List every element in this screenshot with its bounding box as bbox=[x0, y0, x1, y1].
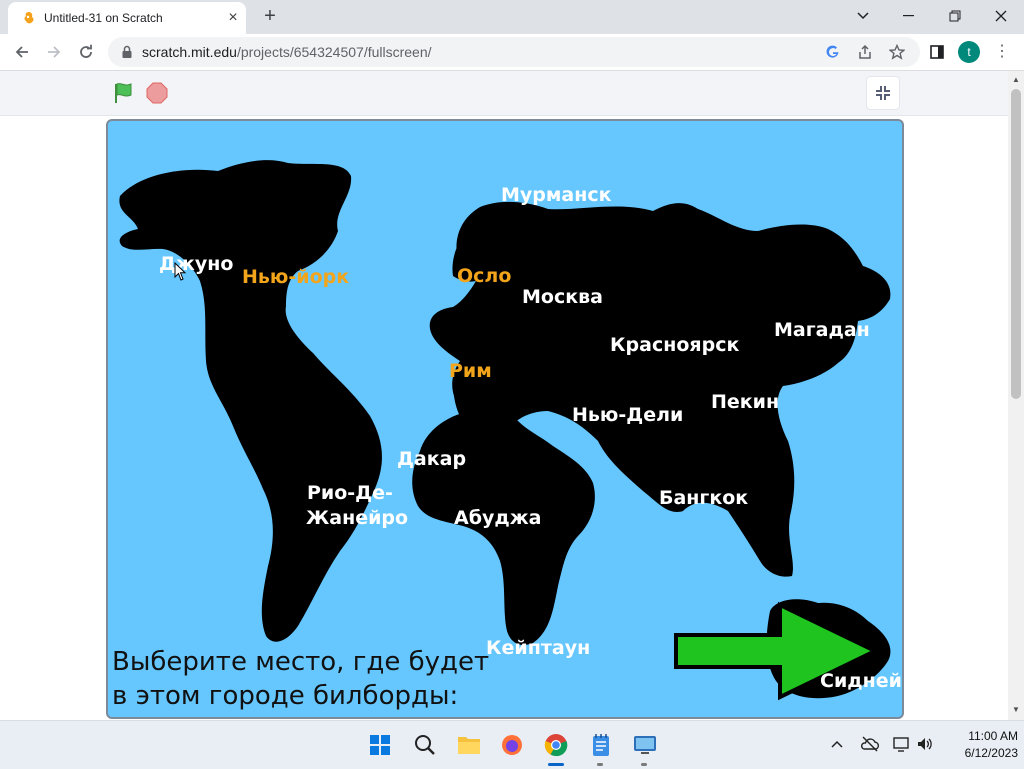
bookmark-star-icon[interactable] bbox=[888, 43, 906, 61]
scratch-stage[interactable]: Мурманск Джуно Нью-йорк Осло Москва Мага… bbox=[106, 119, 904, 719]
scroll-up-arrow-icon[interactable]: ▲ bbox=[1012, 75, 1020, 84]
prompt-line-1: Выберите место, где будет bbox=[112, 647, 490, 677]
lock-icon[interactable] bbox=[120, 45, 134, 59]
scroll-down-arrow-icon[interactable]: ▼ bbox=[1012, 705, 1020, 714]
menu-kebab-icon[interactable]: ⋮ bbox=[994, 40, 1010, 64]
city-label[interactable]: Нью-Дели bbox=[572, 403, 683, 427]
remote-desktop-icon[interactable] bbox=[631, 731, 659, 759]
city-label[interactable]: Мурманск bbox=[501, 183, 612, 207]
tab-active[interactable]: Untitled-31 on Scratch × bbox=[8, 2, 246, 34]
chrome-active-indicator bbox=[548, 763, 564, 766]
tray-overflow-chevron-icon[interactable] bbox=[830, 737, 844, 751]
restore-icon[interactable] bbox=[932, 0, 978, 32]
url-domain: scratch.mit.edu bbox=[142, 44, 237, 60]
city-label[interactable]: Сидней bbox=[820, 669, 902, 693]
side-panel-icon[interactable] bbox=[928, 43, 946, 61]
notepad-icon[interactable] bbox=[587, 731, 615, 759]
firefox-icon[interactable] bbox=[498, 731, 526, 759]
scroll-thumb[interactable] bbox=[1011, 89, 1021, 399]
tab-title: Untitled-31 on Scratch bbox=[44, 11, 163, 25]
city-label[interactable]: Рио-Де- bbox=[307, 481, 393, 505]
city-label[interactable]: Красноярск bbox=[610, 333, 739, 357]
tab-strip: Untitled-31 on Scratch × + bbox=[0, 0, 1024, 34]
url-text: scratch.mit.edu/projects/654324507/fulls… bbox=[142, 44, 432, 60]
forward-icon[interactable] bbox=[40, 38, 68, 66]
network-icon[interactable] bbox=[892, 735, 910, 753]
city-label[interactable]: Бангкок bbox=[659, 486, 748, 510]
file-explorer-icon[interactable] bbox=[455, 731, 483, 759]
tab-close-icon[interactable]: × bbox=[224, 9, 242, 27]
profile-avatar[interactable]: t bbox=[958, 41, 980, 63]
stop-icon[interactable] bbox=[145, 81, 169, 105]
city-label[interactable]: Рим bbox=[449, 359, 492, 383]
browser-toolbar: scratch.mit.edu/projects/654324507/fulls… bbox=[0, 34, 1024, 71]
reload-icon[interactable] bbox=[72, 38, 100, 66]
green-flag-icon[interactable] bbox=[112, 81, 136, 105]
google-icon[interactable] bbox=[824, 43, 842, 61]
exit-fullscreen-icon bbox=[876, 86, 890, 100]
notepad-open-indicator bbox=[597, 763, 603, 766]
world-map bbox=[119, 160, 891, 701]
exit-fullscreen-button[interactable] bbox=[866, 76, 900, 110]
chrome-icon[interactable] bbox=[542, 731, 570, 759]
clock-date[interactable]: 6/12/2023 bbox=[938, 746, 1018, 760]
onedrive-offline-icon[interactable] bbox=[860, 735, 880, 753]
city-label[interactable]: Москва bbox=[522, 285, 603, 309]
stage-prompt-text: Выберите место, где будет в этом городе … bbox=[112, 645, 489, 713]
city-label[interactable]: Абуджа bbox=[454, 506, 541, 530]
scratch-controls-bar bbox=[0, 71, 1008, 116]
share-icon[interactable] bbox=[856, 43, 874, 61]
city-label[interactable]: Пекин bbox=[711, 390, 779, 414]
city-label[interactable]: Жанейро bbox=[306, 506, 408, 530]
city-label[interactable]: Дакар bbox=[397, 447, 466, 471]
city-label[interactable]: Кейптаун bbox=[486, 636, 590, 660]
url-path: /projects/654324507/fullscreen/ bbox=[236, 44, 432, 60]
rdp-open-indicator bbox=[641, 763, 647, 766]
city-label[interactable]: Осло bbox=[457, 264, 511, 288]
city-label[interactable]: Джуно bbox=[159, 252, 233, 276]
city-label[interactable]: Нью-йорк bbox=[242, 265, 349, 289]
back-icon[interactable] bbox=[8, 38, 36, 66]
windows-start-icon[interactable] bbox=[366, 731, 394, 759]
new-tab-button[interactable]: + bbox=[260, 6, 280, 26]
address-bar[interactable]: scratch.mit.edu/projects/654324507/fulls… bbox=[108, 37, 920, 67]
windows-taskbar: 11:00 AM 6/12/2023 bbox=[0, 720, 1024, 769]
city-label[interactable]: Магадан bbox=[774, 318, 870, 342]
volume-icon[interactable] bbox=[916, 735, 934, 753]
tab-search-icon[interactable] bbox=[840, 0, 886, 32]
scratch-favicon-icon bbox=[24, 12, 34, 24]
mouse-cursor-icon bbox=[174, 262, 187, 281]
search-icon[interactable] bbox=[411, 731, 439, 759]
minimize-icon[interactable] bbox=[886, 0, 932, 32]
north-america-landmass bbox=[119, 160, 382, 642]
prompt-line-2: в этом городе билборды: bbox=[112, 681, 459, 711]
clock-time[interactable]: 11:00 AM bbox=[938, 729, 1018, 743]
close-window-icon[interactable] bbox=[978, 0, 1024, 32]
page-scrollbar[interactable]: ▲ ▼ bbox=[1008, 71, 1024, 720]
